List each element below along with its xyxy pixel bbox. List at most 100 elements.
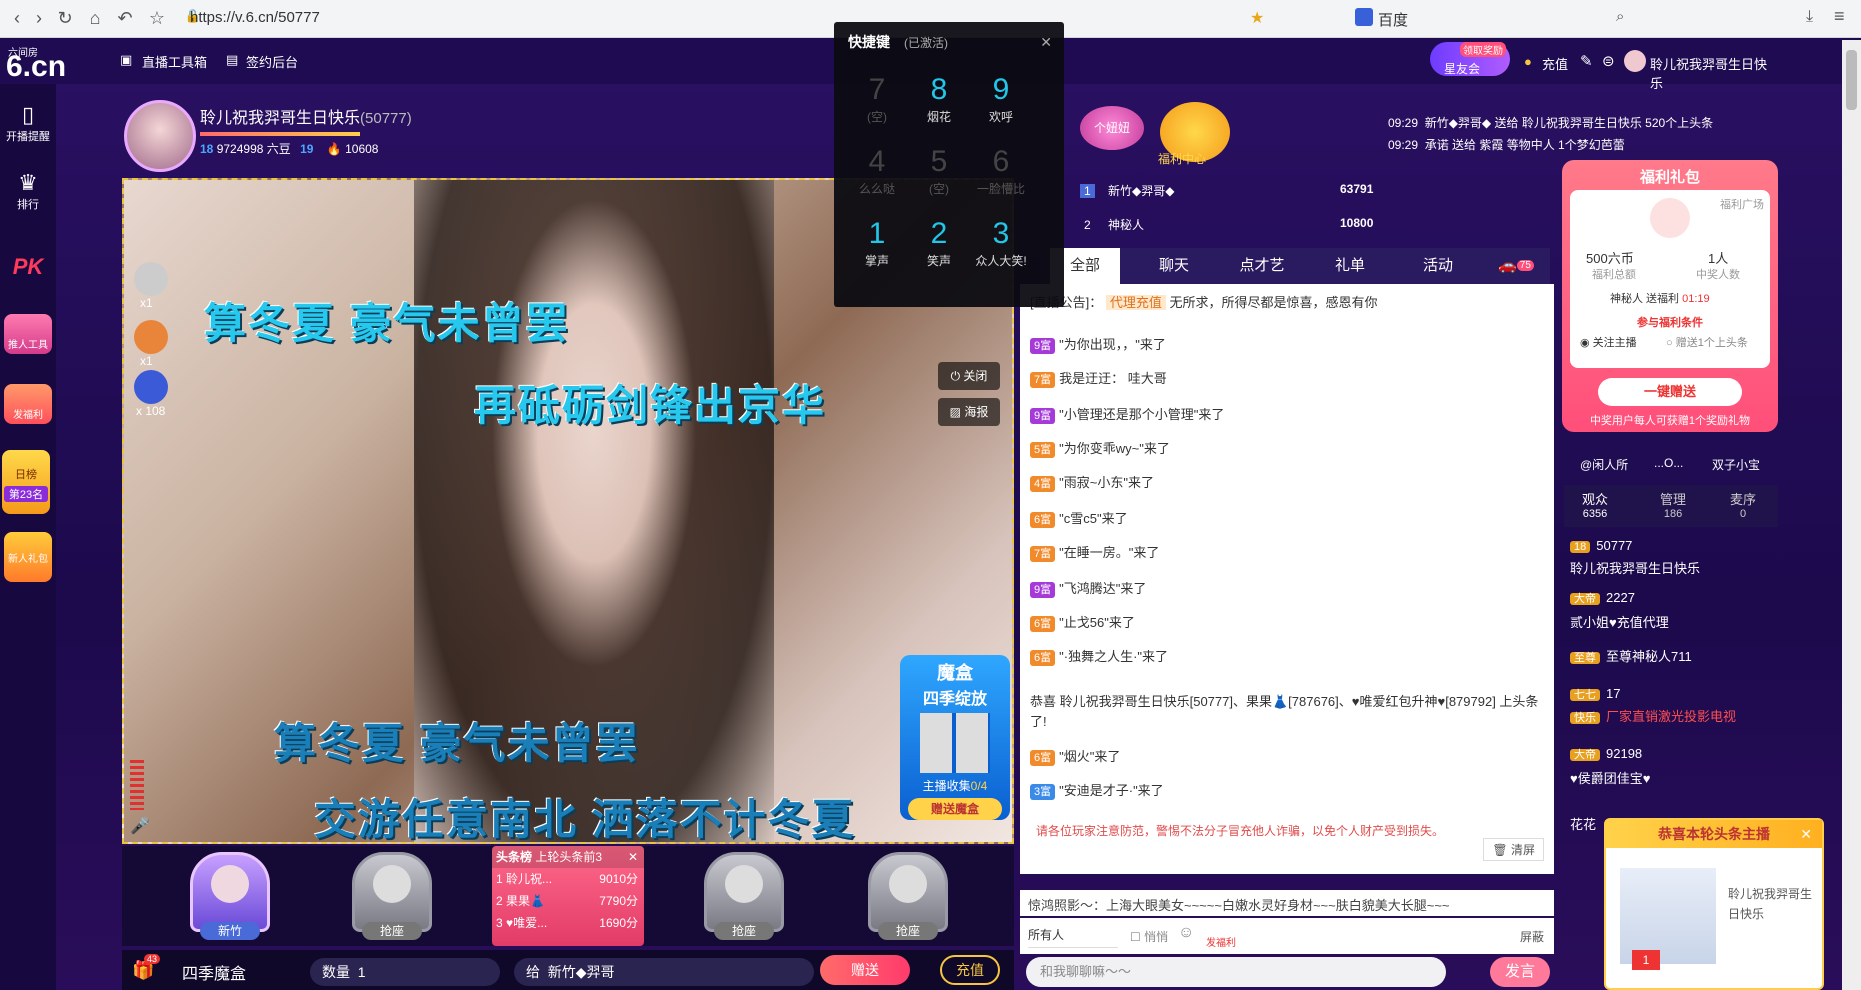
bookmark-star-icon[interactable]: ☆ [146, 8, 168, 29]
headline-rank[interactable]: 头条榜 上轮头条前3 ✕ 1 聆儿祝... 9010分 2 果果👗 7790分 3… [492, 846, 644, 946]
search-engine-name[interactable]: 百度 [1378, 9, 1408, 30]
forward-icon[interactable]: › [28, 8, 50, 29]
audience-name: 贰小姐♥充值代理 [1570, 615, 1669, 630]
level-badge: 6富 [1030, 616, 1056, 632]
rank-nav[interactable]: ♛ 排行 [0, 170, 56, 212]
daily-rank-nav[interactable]: 日榜 第23名 [2, 450, 50, 514]
close-icon[interactable]: ✕ [628, 846, 638, 868]
rank-score: 9010分 [599, 872, 638, 886]
clear-screen-button[interactable]: 🗑 清屏 [1483, 838, 1544, 861]
pk-nav[interactable]: PK [0, 254, 56, 280]
message-icon[interactable]: ⊜ [1602, 52, 1615, 70]
hotkey-1[interactable]: 7 (空) [842, 72, 912, 138]
fan-name[interactable]: ...O... [1654, 456, 1683, 470]
back-icon[interactable]: ‹ [6, 8, 28, 29]
seat-slot[interactable]: 抢座 [342, 846, 442, 946]
seat-slot[interactable]: 抢座 [858, 846, 958, 946]
rank-row[interactable]: 1 新竹◆羿哥◆ 63791 [1080, 182, 1440, 204]
favorite-icon[interactable]: ★ [1250, 8, 1264, 28]
audience-item[interactable]: 花花 [1570, 814, 1596, 833]
hotkey-8[interactable]: 2 笑声 [904, 216, 974, 282]
level-badge: 7富 [1030, 546, 1056, 562]
congrats-message: 恭喜 聆儿祝我羿哥生日快乐[50777]、果果👗[787676]、♥唯爱红包升神… [1030, 694, 1539, 729]
hotkey-9[interactable]: 3 众人大笑! [966, 216, 1036, 282]
benefit-total: 500六币 [1586, 251, 1634, 266]
recharge-button[interactable]: 充值 [940, 955, 1000, 985]
one-click-send-button[interactable]: 一键赠送 [1598, 378, 1742, 406]
close-video-button[interactable]: ⏻ 关闭 [938, 362, 1000, 390]
reload-icon[interactable]: ↻ [54, 8, 76, 29]
fuli-button[interactable]: 发福利 [1206, 934, 1236, 949]
whisper-toggle[interactable]: ☐ 悄悄 [1130, 928, 1168, 945]
user-name[interactable]: 聆儿祝我羿哥生日快乐 [1650, 54, 1770, 92]
undo-icon[interactable]: ↶ [114, 8, 136, 29]
edit-icon[interactable]: ✎ [1580, 52, 1593, 70]
chat-input[interactable]: 和我聊聊嘛～～ [1026, 957, 1446, 987]
menu-icon[interactable]: ≡ [1834, 6, 1845, 27]
scrollbar-thumb[interactable] [1846, 50, 1857, 110]
download-icon[interactable]: ⤓ [1806, 8, 1813, 26]
live-tools-button[interactable]: 直播工具箱 [142, 52, 207, 71]
audience-item[interactable]: 快乐 厂家直销激光投影电视 [1570, 706, 1736, 725]
poster-button[interactable]: ▨ 海报 [938, 398, 1000, 426]
benefit-square-link[interactable]: 福利广场 [1720, 196, 1764, 212]
mic-icon[interactable]: 🎤 [130, 816, 150, 836]
hotkey-4[interactable]: 4 么么哒 [842, 144, 912, 210]
target-select[interactable]: 所有人 [1028, 926, 1118, 948]
remind-nav[interactable]: ▯ 开播提醒 [0, 102, 56, 144]
quantity-select[interactable]: 数量 1 [310, 958, 500, 986]
audience-item[interactable]: 大帝 2227 [1570, 590, 1635, 606]
rank-row[interactable]: 2 神秘人 10800 [1080, 216, 1440, 238]
tab-talent[interactable]: 点才艺 [1222, 248, 1302, 284]
audience-item[interactable]: ♥侯爵团佳宝♥ [1570, 768, 1650, 787]
push-tool-nav[interactable]: 推人工具 [4, 314, 52, 354]
seat-slot[interactable]: 新竹 [180, 846, 280, 946]
personal-girl-badge[interactable]: 个妞妞 [1080, 106, 1144, 150]
anchor-avatar[interactable] [124, 100, 196, 172]
recipient-select[interactable]: 给 新竹◆羿哥 [514, 958, 814, 986]
hotkey-3[interactable]: 9 欢呼 [966, 72, 1036, 138]
magic-box-widget[interactable]: 魔盒 四季绽放 主播收集0/4 赠送魔盒 [900, 655, 1010, 820]
audience-item[interactable]: 聆儿祝我羿哥生日快乐 [1570, 558, 1700, 577]
welfare-nav[interactable]: 发福利 [4, 384, 52, 424]
close-icon[interactable]: ✕ [1800, 820, 1812, 848]
tab-car[interactable]: 🚗 75 [1486, 248, 1546, 284]
fan-name[interactable]: @闲人所 [1580, 456, 1628, 473]
welfare-center-label[interactable]: 福利中心 [1158, 150, 1206, 167]
tab-chat[interactable]: 聊天 [1134, 248, 1214, 284]
newbie-nav[interactable]: 新人礼包 [4, 532, 52, 582]
close-icon[interactable]: ✕ [1040, 22, 1052, 62]
shield-button[interactable]: 屏蔽 [1520, 928, 1544, 945]
page-scrollbar[interactable] [1842, 40, 1861, 990]
audience-item[interactable]: 大帝 92198 [1570, 746, 1642, 762]
audience-item[interactable]: 七七 17 [1570, 686, 1620, 702]
tab-gifts[interactable]: 礼单 [1310, 248, 1390, 284]
send-gift-button[interactable]: 赠送 [820, 955, 910, 985]
hotkey-7[interactable]: 1 掌声 [842, 216, 912, 282]
sign-backend-button[interactable]: 签约后台 [246, 52, 298, 71]
search-icon[interactable]: ⌕ [1616, 8, 1624, 25]
hotkey-6[interactable]: 6 一脸懵比 [966, 144, 1036, 210]
tab-mic-queue[interactable]: 麦序 0 [1730, 489, 1756, 520]
seat-slot[interactable]: 抢座 [694, 846, 794, 946]
fan-name[interactable]: 双子小宝 [1712, 456, 1760, 473]
site-logo[interactable]: 6.cn [6, 50, 66, 84]
tab-admin[interactable]: 管理 186 [1660, 489, 1686, 520]
tab-audience[interactable]: 观众 6356 [1582, 489, 1608, 520]
gift-name[interactable]: 四季魔盒 [182, 960, 246, 984]
mohe-send-button[interactable]: 赠送魔盒 [908, 798, 1002, 820]
chat-panel[interactable]: [直播公告]： 代理充值 无所求，所得尽都是惊喜，感恩有你 9富 "为你出现，，"… [1020, 284, 1554, 814]
audience-item[interactable]: 18 50777 [1570, 538, 1632, 553]
emoji-icon[interactable]: ☺ [1178, 924, 1194, 942]
tab-activity[interactable]: 活动 [1398, 248, 1478, 284]
hotkey-2[interactable]: 8 烟花 [904, 72, 974, 138]
home-icon[interactable]: ⌂ [84, 8, 106, 29]
address-bar[interactable]: https://v.6.cn/50777 [190, 9, 320, 26]
audience-item[interactable]: 至尊 至尊神秘人711 [1570, 646, 1692, 665]
user-avatar[interactable] [1624, 50, 1646, 72]
send-message-button[interactable]: 发言 [1490, 957, 1550, 987]
hotkey-5[interactable]: 5 (空) [904, 144, 974, 210]
reward-badge[interactable]: 领取奖励 [1460, 42, 1506, 57]
audience-item[interactable]: 贰小姐♥充值代理 [1570, 612, 1669, 631]
recharge-link[interactable]: 充值 [1542, 54, 1568, 73]
